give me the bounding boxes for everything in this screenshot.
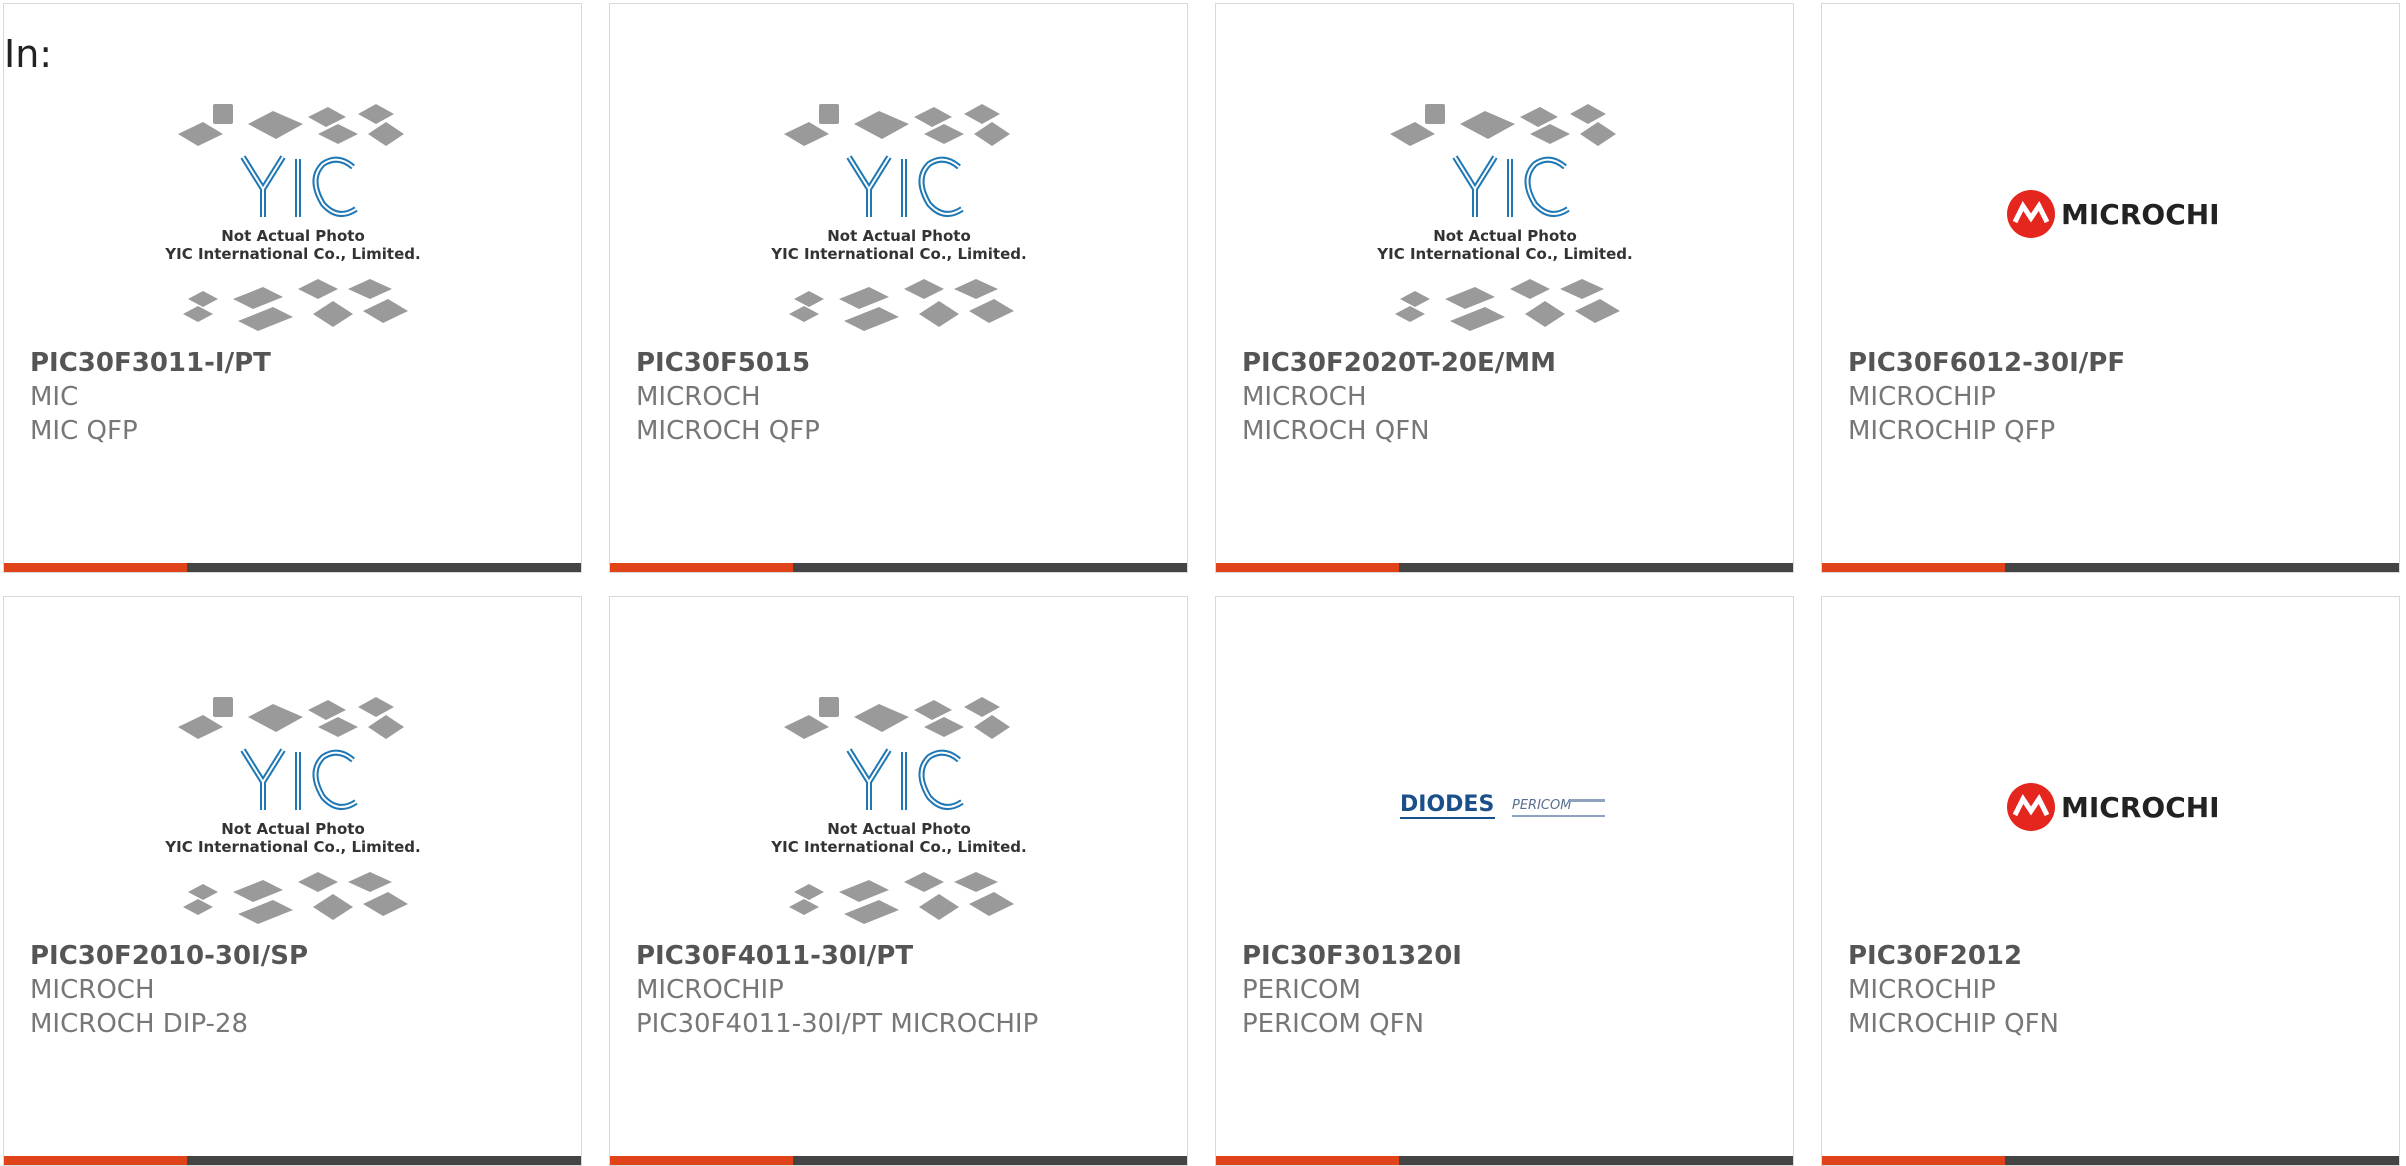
diodes-pericom-logo-icon: DIODES PERICOM	[1399, 792, 1605, 819]
card-bar-accent	[4, 563, 187, 572]
photo-caption: YIC International Co., Limited.	[1376, 245, 1632, 263]
card-bar	[610, 563, 1187, 572]
photo-caption: YIC International Co., Limited.	[164, 245, 420, 263]
product-image[interactable]: DIODES PERICOM	[1216, 677, 1793, 937]
microchip-logo-icon: MICROCHIP	[2006, 190, 2221, 238]
part-number[interactable]: PIC30F2012	[1848, 939, 2389, 973]
description: MICROCHIP QFP	[1848, 416, 2056, 446]
logo-text: MICROCHIP	[2061, 198, 2221, 231]
product-image[interactable]: Not Actual Photo YIC International Co., L…	[610, 84, 1187, 344]
photo-caption: Not Actual Photo	[827, 820, 971, 838]
product-image[interactable]: Not Actual Photo YIC International Co., L…	[4, 677, 581, 937]
part-number[interactable]: PIC30F6012-30I/PF	[1848, 346, 2389, 380]
product-card[interactable]: MICROCHIP PIC30F6012-30I/PF MICROCHIP MI…	[1821, 3, 2400, 573]
photo-caption: Not Actual Photo	[221, 820, 365, 838]
photo-caption: Not Actual Photo	[221, 227, 365, 245]
manufacturer: MICROCH	[30, 975, 155, 1005]
manufacturer: MIC	[30, 382, 79, 412]
manufacturer: MICROCH	[1242, 382, 1367, 412]
yic-placeholder-photo-icon: Not Actual PhotoYIC International Co., L…	[164, 104, 420, 331]
product-card[interactable]: Not Actual Photo YIC International Co., L…	[3, 596, 582, 1166]
logo-text: MICROCHIP	[2061, 791, 2221, 824]
yic-placeholder-photo-icon: Not Actual PhotoYIC International Co., L…	[1376, 104, 1632, 331]
description: PERICOM QFN	[1242, 1009, 1425, 1039]
card-bar	[1822, 563, 2399, 572]
filter-label: In:	[4, 32, 53, 76]
part-number[interactable]: PIC30F2010-30I/SP	[30, 939, 571, 973]
photo-caption: YIC International Co., Limited.	[770, 838, 1026, 856]
card-bar-accent	[1216, 563, 1399, 572]
yic-placeholder-photo-icon: Not Actual PhotoYIC International Co., L…	[770, 104, 1026, 331]
description: MICROCH DIP-28	[30, 1009, 249, 1039]
part-number[interactable]: PIC30F5015	[636, 346, 1177, 380]
photo-caption: YIC International Co., Limited.	[164, 838, 420, 856]
photo-caption: Not Actual Photo	[1433, 227, 1577, 245]
product-card[interactable]: DIODES PERICOM PIC30F301320I PERICOM PER…	[1215, 596, 1794, 1166]
description: MIC QFP	[30, 416, 138, 446]
card-bar-accent	[610, 563, 793, 572]
part-number[interactable]: PIC30F4011-30I/PT	[636, 939, 1177, 973]
description: PIC30F4011-30I/PT MICROCHIP	[636, 1009, 1039, 1039]
card-bar-accent	[1822, 563, 2005, 572]
yic-placeholder-photo-icon: Not Actual PhotoYIC International Co., L…	[770, 697, 1026, 924]
product-image[interactable]: MICROCHIP	[1822, 84, 2399, 344]
logo-text: DIODES	[1400, 792, 1494, 817]
product-card[interactable]: Not Actual Photo YIC International Co., L…	[3, 3, 582, 573]
manufacturer: MICROCHIP	[636, 975, 784, 1005]
card-bar	[1216, 563, 1793, 572]
manufacturer: MICROCHIP	[1848, 975, 1996, 1005]
photo-caption: YIC International Co., Limited.	[770, 245, 1026, 263]
description: MICROCH QFP	[636, 416, 820, 446]
product-card[interactable]: Not Actual Photo YIC International Co., L…	[1215, 3, 1794, 573]
manufacturer: PERICOM	[1242, 975, 1361, 1005]
yic-placeholder-photo-icon: Not Actual PhotoYIC International Co., L…	[164, 697, 420, 924]
product-image[interactable]: Not Actual Photo YIC International Co., L…	[1216, 84, 1793, 344]
product-image[interactable]: Not Actual Photo YIC International Co., L…	[4, 84, 581, 344]
product-card[interactable]: Not Actual Photo YIC International Co., L…	[609, 596, 1188, 1166]
manufacturer: MICROCH	[636, 382, 761, 412]
product-card[interactable]: MICROCHIP PIC30F2012 MICROCHIP MICROCHIP…	[1821, 596, 2400, 1166]
description: MICROCHIP QFN	[1848, 1009, 2059, 1039]
manufacturer: MICROCHIP	[1848, 382, 1996, 412]
part-number[interactable]: PIC30F2020T-20E/MM	[1242, 346, 1783, 380]
card-bar	[4, 563, 581, 572]
product-card[interactable]: Not Actual Photo YIC International Co., L…	[609, 3, 1188, 573]
part-number[interactable]: PIC30F3011-I/PT	[30, 346, 571, 380]
product-image[interactable]: Not Actual Photo YIC International Co., L…	[610, 677, 1187, 937]
part-number[interactable]: PIC30F301320I	[1242, 939, 1783, 973]
microchip-logo-icon: MICROCHIP	[2006, 783, 2221, 831]
photo-caption: Not Actual Photo	[827, 227, 971, 245]
product-image[interactable]: MICROCHIP	[1822, 677, 2399, 937]
logo-text-2: PERICOM	[1512, 798, 1571, 813]
description: MICROCH QFN	[1242, 416, 1430, 446]
